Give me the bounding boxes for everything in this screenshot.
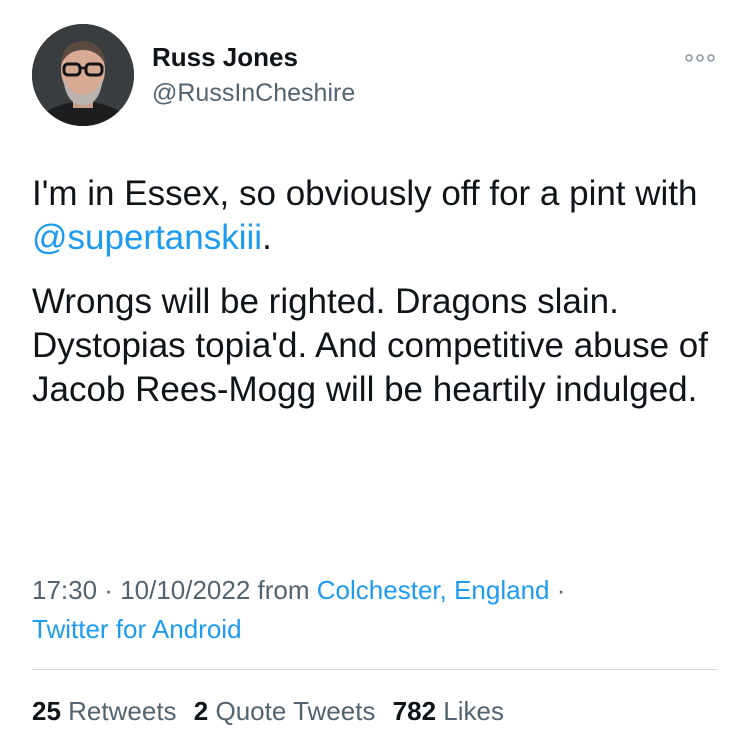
meta-separator: · (97, 575, 121, 605)
quote-tweets-count: 2 (193, 696, 209, 726)
retweets-label: Retweets (68, 696, 177, 726)
meta-separator: · (549, 575, 566, 605)
tweet-text-part: I'm in Essex, so obviously off for a pin… (32, 174, 698, 213)
more-options-button[interactable] (683, 46, 717, 70)
retweets-stat[interactable]: 25 Retweets (32, 696, 177, 726)
author-name[interactable]: Russ Jones (152, 42, 298, 73)
tweet-paragraph-1: I'm in Essex, so obviously off for a pin… (32, 172, 722, 260)
avatar[interactable] (32, 24, 134, 126)
retweets-count: 25 (32, 696, 61, 726)
avatar-photo (32, 24, 134, 126)
tweet-text-punctuation: . (262, 218, 272, 257)
author-handle[interactable]: @RussInCheshire (152, 79, 355, 108)
tweet-stats: 25 Retweets 2 Quote Tweets 782 Likes (32, 696, 514, 727)
likes-stat[interactable]: 782 Likes (393, 696, 504, 726)
divider (32, 669, 717, 670)
likes-count: 782 (392, 696, 437, 726)
client-link[interactable]: Twitter for Android (32, 614, 242, 644)
meta-line-2: Twitter for Android (32, 610, 722, 649)
tweet-text: I'm in Essex, so obviously off for a pin… (32, 172, 722, 412)
tweet-time[interactable]: 17:30 (32, 575, 97, 605)
meta-line-1: 17:30 · 10/10/2022 from Colchester, Engl… (32, 571, 722, 610)
tweet-meta: 17:30 · 10/10/2022 from Colchester, Engl… (32, 571, 722, 649)
quote-tweets-stat[interactable]: 2 Quote Tweets (194, 696, 376, 726)
location-link[interactable]: Colchester, England (317, 575, 550, 605)
mention-link[interactable]: @supertanskiii (32, 218, 262, 257)
likes-label: Likes (443, 696, 504, 726)
from-label: from (250, 575, 317, 605)
quote-tweets-label: Quote Tweets (215, 696, 376, 726)
tweet-paragraph-2: Wrongs will be righted. Dragons slain. D… (32, 282, 708, 409)
more-horizontal-icon (685, 54, 715, 62)
tweet-date[interactable]: 10/10/2022 (120, 575, 250, 605)
